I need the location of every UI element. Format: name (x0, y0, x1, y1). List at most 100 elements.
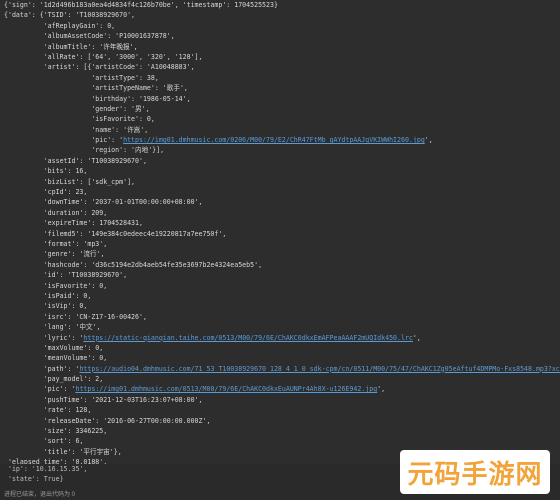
code-text: 'albumAssetCode': 'P10001637878', (4, 32, 175, 41)
code-line: 'downTime': '2037-01-01T00:00:00+08:00', (4, 197, 560, 207)
code-line: 'lang': '中文', (4, 322, 560, 332)
code-text: 'isPaid': 0, (4, 291, 92, 300)
code-line: 'hashcode': 'd36c5194e2db4aeb54fe35e3697… (4, 260, 560, 270)
code-text: 'size': 3346225, (4, 427, 108, 436)
code-line: 'pay_model': 2, (4, 374, 560, 384)
code-text: 'ip': '10.16.15.35', (4, 465, 88, 473)
code-text: 'albumTitle': '许年晚报', (4, 42, 138, 51)
code-text-after: ', (424, 136, 433, 145)
code-text: 'allRate': ['64', '3000', '320', '128'], (4, 52, 203, 61)
code-line: 'artistTypeName': '歌手', (4, 83, 560, 93)
code-text-after: ', (412, 333, 421, 342)
code-text: 'rate': 128, (4, 406, 92, 415)
code-line: 'isFavorite': 0, (4, 114, 560, 124)
process-exit-text: 进程已结束，退出代码为 0 (4, 492, 76, 498)
code-line: 'artistType': 38, (4, 73, 560, 83)
code-text: 'format': 'mp3', (4, 239, 108, 248)
code-text: 'artistType': 38, (4, 73, 159, 82)
code-text: {'data': {'TSID': 'T10038929670', (4, 11, 136, 20)
code-text: 'sort': 6, (4, 437, 84, 446)
code-line: 'duration': 209, (4, 208, 560, 218)
code-text: 'name': '许嵩', (4, 125, 149, 134)
code-line: 'lyric': 'https://static-qianqian.taihe.… (4, 333, 560, 343)
code-text: 'pushTime': '2021-12-03T16:23:07+08:00', (4, 395, 203, 404)
code-line: 'region': '内地'}], (4, 145, 560, 155)
code-text: 'downTime': '2037-01-01T00:00:00+08:00', (4, 198, 203, 207)
code-text: 'title': '平行宇宙'}, (4, 447, 122, 456)
output-viewer: {'sign': '1d2d496b183a0ea4d4834f4c126b70… (0, 0, 560, 464)
code-text: 'afReplayGain': 0, (4, 21, 116, 30)
code-text: 'isrc': 'CN-Z17-16-00426', (4, 312, 147, 321)
code-line: 'id': 'T10038929670', (4, 270, 560, 280)
code-text: 'duration': 209, (4, 208, 108, 217)
code-line: 'albumTitle': '许年晚报', (4, 42, 560, 52)
code-line: 'ip': '10.16.15.35', (4, 464, 87, 474)
code-line: {'sign': '1d2d496b183a0ea4d4834f4c126b70… (4, 0, 560, 10)
code-text: 'hashcode': 'd36c5194e2db4aeb54fe35e3697… (4, 260, 263, 269)
code-text: 'pic': ' (4, 136, 124, 145)
code-text: 'birthday': '1986-05-14', (4, 94, 191, 103)
url-link[interactable]: https://static-qianqian.taihe.com/0513/M… (83, 334, 413, 342)
code-text: 'region': '内地'}], (4, 146, 165, 155)
code-text: 'lyric': ' (4, 333, 84, 342)
code-text: 'expireTime': 1704528431, (4, 219, 143, 228)
code-line: 'isVip': 0, (4, 301, 560, 311)
code-text: 'pic': ' (4, 385, 76, 394)
code-line: 'filemd5': '149e384c0edeec4e19220817a7ee… (4, 229, 560, 239)
code-text: 'genre': '流行', (4, 250, 105, 259)
console-lines: 'ip': '10.16.15.35', 'state': True} (4, 464, 87, 485)
code-text: 'cpId': 23, (4, 188, 88, 197)
code-line: 'rate': 128, (4, 405, 560, 415)
code-line: 'bits': 16, (4, 166, 560, 176)
code-line: 'pic': 'https://img01.dmhmusic.com/0513/… (4, 384, 560, 394)
code-line: 'genre': '流行', (4, 249, 560, 259)
code-line: 'maxVolume': 0, (4, 343, 560, 353)
code-text: 'id': 'T10038929670', (4, 271, 128, 280)
url-link[interactable]: https://img01.dmhmusic.com/0206/M00/79/E… (123, 136, 425, 144)
code-line: 'expireTime': 1704528431, (4, 218, 560, 228)
code-text: 'isFavorite': 0, (4, 115, 155, 124)
code-text: 'releaseDate': '2016-06-27T00:00:00.000Z… (4, 416, 211, 425)
code-line: 'birthday': '1986-05-14', (4, 94, 560, 104)
code-text: 'artist': [{'artistCode': 'A10048883', (4, 63, 195, 72)
code-line: 'name': '许嵩', (4, 125, 560, 135)
code-line: 'pic': 'https://img01.dmhmusic.com/0206/… (4, 135, 560, 145)
code-text: 'isVip': 0, (4, 302, 88, 311)
code-text: 'bits': 16, (4, 167, 88, 176)
code-text: 'state': True} (4, 475, 64, 484)
code-line: 'releaseDate': '2016-06-27T00:00:00.000Z… (4, 416, 560, 426)
code-text: {'sign': '1d2d496b183a0ea4d4834f4c126b70… (4, 1, 278, 9)
code-line: 'format': 'mp3', (4, 239, 560, 249)
code-text: 'artistTypeName': '歌手', (4, 84, 188, 93)
code-line: 'isPaid': 0, (4, 291, 560, 301)
code-line: 'afReplayGain': 0, (4, 21, 560, 31)
code-line: 'allRate': ['64', '3000', '320', '128'], (4, 52, 560, 62)
code-line: 'meanVolume': 0, (4, 353, 560, 363)
url-link[interactable]: https://audio04.dmhmusic.com/71_53_T1003… (79, 365, 560, 373)
code-line: 'gender': '男', (4, 104, 560, 114)
code-line: 'cpId': 23, (4, 187, 560, 197)
code-line: 'state': True} (4, 474, 87, 484)
code-line: 'size': 3346225, (4, 426, 560, 436)
site-watermark: 元码手游网 (400, 450, 550, 494)
code-text: 'path': ' (4, 364, 80, 373)
code-line: 'albumAssetCode': 'P10001637878', (4, 31, 560, 41)
url-link[interactable]: https://img01.dmhmusic.com/0513/M00/79/6… (75, 385, 377, 393)
code-text: 'gender': '男', (4, 104, 150, 113)
code-text: 'bizList': ['sdk_cpm'], (4, 177, 136, 186)
code-text: 'maxVolume': 0, (4, 343, 104, 352)
code-line: 'assetId': 'T10038929670', (4, 156, 560, 166)
code-line: 'isFavorite': 0, (4, 281, 560, 291)
code-line: 'isrc': 'CN-Z17-16-00426', (4, 312, 560, 322)
code-line: 'bizList': ['sdk_cpm'], (4, 177, 560, 187)
code-text-after: ', (377, 385, 386, 394)
code-text: 'lang': '中文', (4, 323, 101, 332)
code-text: 'meanVolume': 0, (4, 354, 108, 363)
code-line: 'pushTime': '2021-12-03T16:23:07+08:00', (4, 395, 560, 405)
code-text: 'filemd5': '149e384c0edeec4e19220817a7ee… (4, 229, 227, 238)
code-line: {'data': {'TSID': 'T10038929670', (4, 10, 560, 20)
code-line: 'sort': 6, (4, 436, 560, 446)
code-text: 'assetId': 'T10038929670', (4, 156, 147, 165)
code-line: 'artist': [{'artistCode': 'A10048883', (4, 62, 560, 72)
json-output: {'sign': '1d2d496b183a0ea4d4834f4c126b70… (4, 0, 560, 464)
